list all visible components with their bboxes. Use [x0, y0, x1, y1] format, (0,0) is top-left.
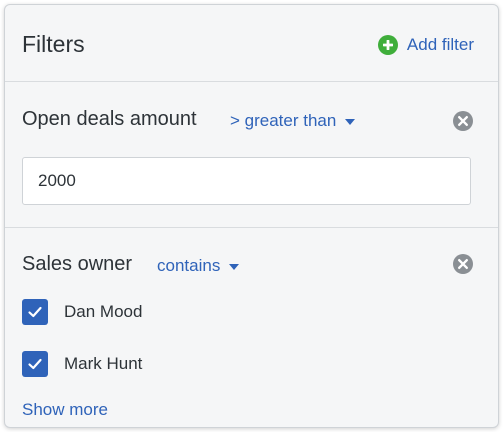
add-filter-button[interactable]: Add filter [377, 35, 474, 55]
filters-header: Filters Add filter [5, 5, 498, 82]
operator-label: > greater than [230, 111, 337, 130]
panel-title: Filters [22, 31, 85, 57]
operator-dropdown[interactable]: contains [157, 256, 240, 276]
show-more-link[interactable]: Show more [22, 400, 108, 420]
owner-option-mark-hunt[interactable]: Mark Hunt [22, 351, 142, 377]
checkbox-checked[interactable] [22, 351, 48, 377]
caret-down-icon [345, 119, 356, 125]
plus-circle-icon [377, 35, 398, 55]
filter-label: Open deals amount [22, 108, 197, 130]
filters-panel: Filters Add filter Open deals amount > g… [4, 4, 499, 428]
checkbox-checked[interactable] [22, 299, 48, 325]
operator-dropdown[interactable]: > greater than [230, 111, 356, 131]
checkmark-icon [28, 358, 42, 370]
add-filter-label: Add filter [406, 35, 474, 54]
checkmark-icon [28, 306, 42, 318]
caret-down-icon [229, 264, 240, 270]
filter-sales-owner: Sales owner contains Dan Mood Mark Hunt … [5, 228, 498, 427]
filter-label: Sales owner [22, 253, 133, 275]
amount-input[interactable] [22, 157, 471, 205]
checkbox-label: Dan Mood [64, 302, 143, 321]
close-circle-icon[interactable] [453, 111, 473, 131]
checkbox-label: Mark Hunt [64, 354, 143, 373]
operator-label: contains [157, 256, 221, 275]
close-circle-icon[interactable] [453, 254, 473, 274]
filter-open-deals-amount: Open deals amount > greater than [5, 82, 498, 228]
owner-option-dan-mood[interactable]: Dan Mood [22, 299, 142, 325]
